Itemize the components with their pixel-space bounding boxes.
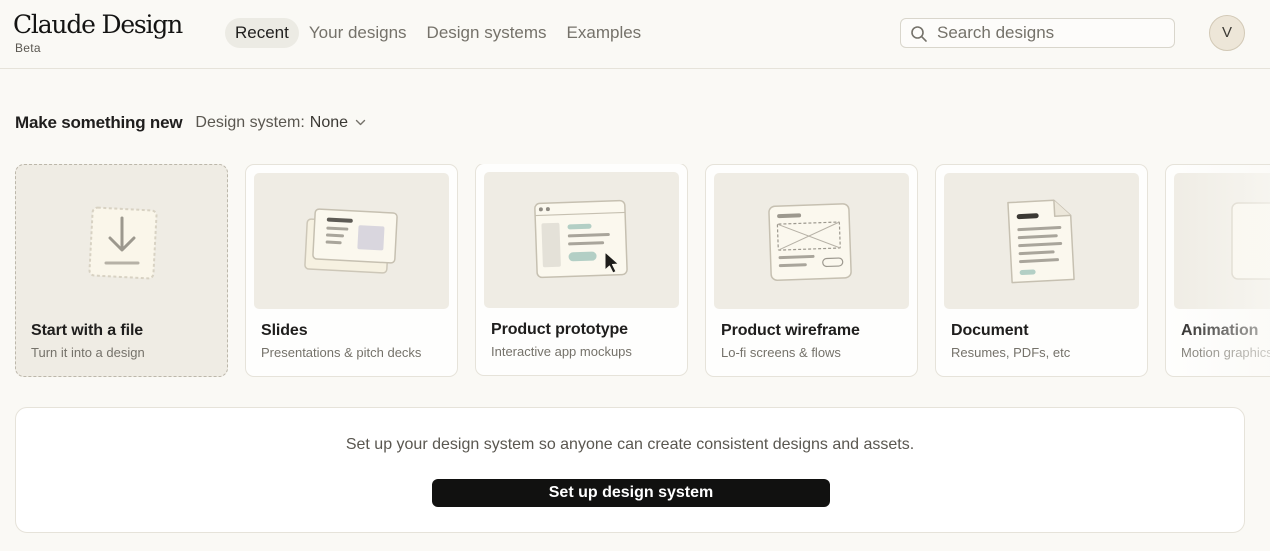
slides-illustration [304, 208, 398, 274]
design-system-value: None [309, 114, 349, 131]
brand-logo[interactable]: Claude Design Beta [13, 10, 183, 55]
download-icon [88, 206, 158, 280]
section-title: Make something new [15, 113, 183, 132]
card-title: Document [951, 322, 1029, 339]
design-system-banner: Set up your design system so anyone can … [15, 407, 1245, 533]
search-icon [911, 26, 927, 42]
template-cards: Start with a file Turn it into a design … [15, 164, 1270, 378]
tab-design-systems[interactable]: Design systems [417, 18, 557, 48]
tab-your-designs[interactable]: Your designs [299, 18, 417, 48]
card-subtitle: Motion graphics [1181, 345, 1270, 360]
animation-illustration [1231, 202, 1270, 280]
user-avatar[interactable]: V [1209, 15, 1245, 51]
card-subtitle: Presentations & pitch decks [261, 345, 422, 360]
card-subtitle: Lo-fi screens & flows [721, 345, 841, 360]
card-thumbnail [1174, 173, 1270, 309]
tab-recent[interactable]: Recent [225, 18, 299, 48]
document-illustration [1007, 199, 1075, 284]
prototype-illustration [534, 199, 628, 279]
card-subtitle: Turn it into a design [31, 345, 145, 360]
chevron-down-icon [355, 119, 366, 126]
card-title: Product wireframe [721, 322, 860, 339]
top-bar: Claude Design Beta Recent Your designs D… [0, 0, 1270, 69]
card-product-prototype[interactable]: Product prototype Interactive app mockup… [475, 164, 688, 376]
card-thumbnail [24, 173, 219, 309]
wireframe-illustration [768, 203, 852, 281]
card-subtitle: Interactive app mockups [491, 344, 632, 359]
card-slides[interactable]: Slides Presentations & pitch decks [245, 164, 458, 377]
search-box[interactable] [900, 18, 1175, 48]
card-title: Slides [261, 322, 308, 339]
brand-name: Claude Design [13, 10, 183, 39]
card-start-with-file[interactable]: Start with a file Turn it into a design [15, 164, 228, 377]
card-thumbnail [714, 173, 909, 309]
main-nav: Recent Your designs Design systems Examp… [225, 18, 651, 48]
search-input[interactable] [937, 19, 1169, 47]
card-document[interactable]: Document Resumes, PDFs, etc [935, 164, 1148, 377]
card-subtitle: Resumes, PDFs, etc [951, 345, 1071, 360]
card-thumbnail [484, 172, 679, 308]
card-title: Product prototype [491, 321, 628, 338]
card-title: Start with a file [31, 322, 144, 339]
beta-badge: Beta [15, 41, 41, 55]
design-system-picker[interactable]: Design system: None [195, 114, 366, 132]
card-animation[interactable]: Animation Motion graphics [1165, 164, 1270, 377]
card-title: Animation [1181, 322, 1259, 339]
card-product-wireframe[interactable]: Product wireframe Lo-fi screens & flows [705, 164, 918, 377]
banner-text: Set up your design system so anyone can … [345, 436, 915, 453]
make-new-header: Make something new Design system: None [15, 112, 366, 134]
tab-examples[interactable]: Examples [557, 18, 652, 48]
card-thumbnail [254, 173, 449, 309]
setup-design-system-button[interactable]: Set up design system [432, 479, 830, 507]
card-thumbnail [944, 173, 1139, 309]
design-system-label: Design system: [195, 114, 305, 131]
